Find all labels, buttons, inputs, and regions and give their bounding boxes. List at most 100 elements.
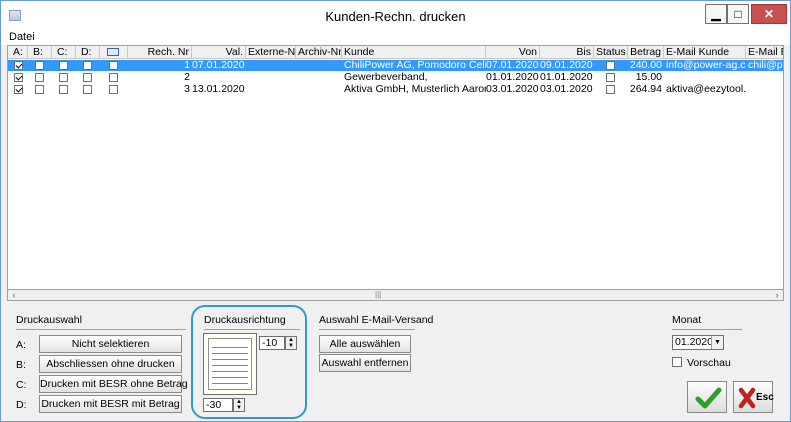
horizontal-offset-input[interactable]: -10 bbox=[259, 336, 285, 350]
monat-select[interactable]: 01.2020 ▼ bbox=[672, 335, 724, 350]
row-select-a[interactable] bbox=[14, 61, 23, 70]
row-select-d[interactable] bbox=[83, 61, 92, 70]
cell-kunde: Aktiva GmbH, Musterlich Aaron bbox=[344, 84, 486, 95]
cell-val bbox=[192, 72, 246, 83]
druckausrichtung-title: Druckausrichtung bbox=[204, 314, 286, 326]
row-select-c[interactable] bbox=[59, 61, 68, 70]
row-select-d[interactable] bbox=[83, 73, 92, 82]
row-select-b[interactable] bbox=[35, 73, 44, 82]
cell-email bbox=[664, 72, 746, 83]
chevron-down-icon[interactable]: ▼ bbox=[711, 336, 723, 349]
col-email-r[interactable]: E-Mail R bbox=[746, 46, 783, 59]
cell-kunde: ChiliPower AG, Pomodoro Celina bbox=[344, 60, 486, 71]
row-select-c[interactable] bbox=[59, 73, 68, 82]
alle-auswaehlen-button[interactable]: Alle auswählen bbox=[319, 335, 411, 353]
druckausrichtung-divider bbox=[204, 329, 300, 330]
abschliessen-ohne-drucken-button[interactable]: Abschliessen ohne drucken bbox=[39, 355, 182, 373]
table-row[interactable]: 3 13.01.2020 Aktiva GmbH, Musterlich Aar… bbox=[8, 84, 783, 95]
row-status-checkbox[interactable] bbox=[606, 85, 615, 94]
window-title: Kunden-Rechn. drucken bbox=[325, 9, 466, 24]
monat-title: Monat bbox=[672, 314, 702, 326]
col-kunde[interactable]: Kunde bbox=[342, 46, 486, 59]
minimize-button[interactable]: ▁ bbox=[705, 4, 727, 24]
col-betrag[interactable]: Betrag bbox=[628, 46, 664, 59]
invoice-grid[interactable]: A: B: C: D: Rech. Nr Val. Externe-Nr Arc… bbox=[7, 45, 784, 301]
col-a[interactable]: A: bbox=[10, 46, 28, 59]
email-send-icon bbox=[107, 48, 119, 56]
grid-header: A: B: C: D: Rech. Nr Val. Externe-Nr Arc… bbox=[8, 46, 783, 59]
cell-email: aktiva@eezytool.ch bbox=[666, 84, 746, 95]
cell-betrag: 15.00 bbox=[635, 72, 662, 83]
col-val[interactable]: Val. bbox=[192, 46, 246, 59]
vertical-offset-stepper[interactable]: ▲ ▼ bbox=[233, 398, 245, 412]
cell-bis: 03.01.2020 bbox=[540, 84, 593, 95]
maximize-button[interactable]: □ bbox=[727, 4, 749, 24]
row-select-c[interactable] bbox=[59, 85, 68, 94]
esc-button[interactable]: Esc bbox=[733, 381, 774, 413]
row-select-email[interactable] bbox=[109, 85, 118, 94]
monat-divider bbox=[672, 329, 742, 330]
scroll-right-icon[interactable]: › bbox=[771, 290, 783, 300]
col-von[interactable]: Von bbox=[486, 46, 540, 59]
cross-icon bbox=[738, 387, 756, 409]
scroll-left-icon[interactable]: ‹ bbox=[8, 290, 20, 300]
horizontal-offset-stepper[interactable]: ▲ ▼ bbox=[285, 336, 297, 350]
col-email-flag[interactable] bbox=[100, 46, 128, 59]
ok-button[interactable] bbox=[687, 381, 727, 413]
cell-bis: 01.01.2020 bbox=[540, 72, 593, 83]
row-select-b[interactable] bbox=[35, 61, 44, 70]
drucken-besr-mit-betrag-button[interactable]: Drucken mit BESR mit Betrag bbox=[39, 395, 182, 413]
col-status[interactable]: Status bbox=[594, 46, 628, 59]
col-email-kunde[interactable]: E-Mail Kunde bbox=[664, 46, 746, 59]
print-dialog-window: Kunden-Rechn. drucken ▁ □ ✕ Datei A: B: … bbox=[0, 0, 791, 422]
vorschau-label: Vorschau bbox=[687, 357, 731, 369]
col-rech-nr[interactable]: Rech. Nr bbox=[128, 46, 192, 59]
row-select-d[interactable] bbox=[83, 85, 92, 94]
email-versand-title: Auswahl E-Mail-Versand bbox=[319, 314, 434, 326]
row-status-checkbox[interactable] bbox=[606, 73, 615, 82]
vertical-offset-input[interactable]: -30 bbox=[203, 398, 233, 412]
auswahl-entfernen-button[interactable]: Auswahl entfernen bbox=[319, 354, 411, 372]
horizontal-scrollbar[interactable]: ‹ ||| › bbox=[7, 289, 784, 301]
row-select-a[interactable] bbox=[14, 73, 23, 82]
option-key-b: B: bbox=[16, 359, 26, 371]
row-select-email[interactable] bbox=[109, 73, 118, 82]
option-key-d: D: bbox=[16, 399, 27, 411]
cell-email-r: chili@po bbox=[748, 60, 783, 71]
col-archiv-nr[interactable]: Archiv-Nr bbox=[296, 46, 342, 59]
menu-bar: Datei bbox=[1, 31, 790, 45]
col-bis[interactable]: Bis bbox=[540, 46, 594, 59]
druckauswahl-divider bbox=[16, 329, 186, 330]
row-select-email[interactable] bbox=[109, 61, 118, 70]
cell-email: info@power-ag.ch bbox=[666, 60, 746, 71]
row-select-b[interactable] bbox=[35, 85, 44, 94]
table-row[interactable]: 1 07.01.2020 ChiliPower AG, Pomodoro Cel… bbox=[8, 60, 783, 71]
cell-rech-nr: 1 bbox=[184, 60, 190, 71]
col-d[interactable]: D: bbox=[76, 46, 100, 59]
cell-von: 01.01.2020 bbox=[486, 72, 539, 83]
cell-val: 13.01.2020 bbox=[192, 84, 245, 95]
option-key-c: C: bbox=[16, 379, 27, 391]
col-externe-nr[interactable]: Externe-Nr bbox=[246, 46, 296, 59]
table-row[interactable]: 2 Gewerbeverband, 01.01.2020 01.01.2020 … bbox=[8, 72, 783, 83]
checkmark-icon bbox=[695, 387, 722, 409]
row-status-checkbox[interactable] bbox=[606, 61, 615, 70]
cell-betrag: 264.94 bbox=[629, 84, 662, 95]
cell-val: 07.01.2020 bbox=[192, 60, 245, 71]
cell-rech-nr: 3 bbox=[184, 84, 190, 95]
esc-label: Esc bbox=[756, 392, 774, 403]
menu-datei[interactable]: Datei bbox=[9, 31, 35, 43]
close-button[interactable]: ✕ bbox=[751, 4, 787, 24]
scroll-thumb-icon[interactable]: ||| bbox=[375, 290, 381, 299]
cell-kunde: Gewerbeverband, bbox=[344, 72, 428, 83]
cell-rech-nr: 2 bbox=[184, 72, 190, 83]
druckauswahl-title: Druckauswahl bbox=[16, 314, 82, 326]
monat-value: 01.2020 bbox=[675, 336, 713, 348]
nicht-selektieren-button[interactable]: Nicht selektieren bbox=[39, 335, 182, 353]
cell-von: 03.01.2020 bbox=[486, 84, 539, 95]
vorschau-checkbox[interactable] bbox=[672, 357, 682, 367]
col-c[interactable]: C: bbox=[52, 46, 76, 59]
row-select-a[interactable] bbox=[14, 85, 23, 94]
drucken-besr-ohne-betrag-button[interactable]: Drucken mit BESR ohne Betrag bbox=[39, 375, 188, 393]
col-b[interactable]: B: bbox=[28, 46, 52, 59]
